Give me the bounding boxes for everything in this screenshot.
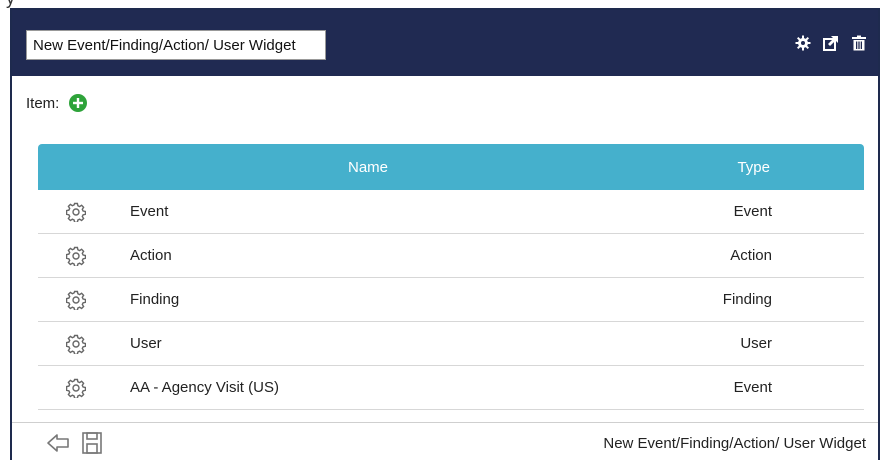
row-settings-gear-icon[interactable]: [65, 202, 87, 223]
gear-icon[interactable]: [794, 34, 812, 52]
items-grid: Name Type Event Event Action Action Finding F…: [38, 144, 864, 410]
row-name: User: [130, 335, 162, 352]
row-name: Action: [130, 247, 172, 264]
row-settings-gear-icon[interactable]: [65, 290, 87, 311]
row-name: AA - Agency Visit (US): [130, 379, 279, 396]
plus-circle-icon: [73, 98, 84, 108]
table-row[interactable]: User User: [38, 322, 864, 366]
column-header-type[interactable]: Type: [737, 159, 770, 176]
row-settings-gear-icon[interactable]: [65, 334, 87, 355]
trash-icon[interactable]: [850, 34, 868, 52]
back-arrow-icon[interactable]: [46, 431, 70, 455]
table-row[interactable]: Event Event: [38, 190, 864, 234]
row-type: Finding: [722, 291, 772, 308]
widget-footer: New Event/Finding/Action/ User Widget: [12, 422, 878, 463]
row-settings-gear-icon[interactable]: [65, 246, 87, 267]
grid-header: Name Type: [38, 144, 864, 190]
row-type: Action: [730, 247, 772, 264]
row-type: Event: [733, 379, 772, 396]
row-name: Event: [130, 203, 169, 220]
row-type: User: [740, 335, 772, 352]
row-type: Event: [733, 203, 772, 220]
add-item-button[interactable]: [69, 94, 88, 112]
header-toolbar: [794, 34, 868, 52]
row-settings-gear-icon[interactable]: [65, 378, 87, 399]
row-name: Finding: [130, 291, 180, 308]
top-strip: y: [0, 0, 882, 8]
footer-widget-name: New Event/Finding/Action/ User Widget: [603, 435, 866, 452]
table-row[interactable]: AA - Agency Visit (US) Event: [38, 366, 864, 410]
grid-body: Event Event Action Action Finding Finding User…: [38, 190, 864, 410]
external-link-icon[interactable]: [822, 34, 840, 52]
footer-toolbar: [46, 431, 104, 455]
item-label: Item:: [26, 94, 60, 112]
widget-panel: Item: Name Type Event Event Action Action Fi…: [10, 8, 880, 460]
table-row[interactable]: Action Action: [38, 234, 864, 278]
widget-title-input[interactable]: [26, 30, 326, 60]
save-icon[interactable]: [80, 431, 104, 455]
table-row[interactable]: Finding Finding: [38, 278, 864, 322]
item-row: Item:: [26, 94, 88, 112]
clipped-text: y: [6, 0, 15, 8]
widget-header: [12, 10, 878, 76]
column-header-name[interactable]: Name: [348, 159, 388, 176]
